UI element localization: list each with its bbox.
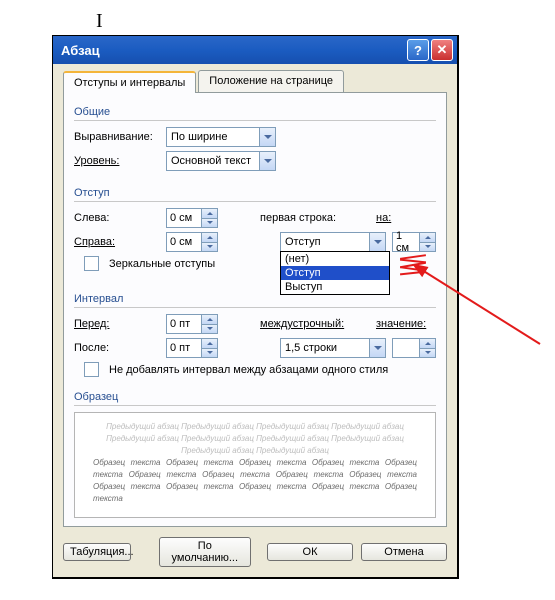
spin-up-icon[interactable] [420, 339, 435, 348]
sample-current-text: Образец текста Образец текста Образец те… [93, 457, 417, 505]
spin-down-icon[interactable] [202, 242, 217, 252]
ok-button[interactable]: ОК [267, 543, 353, 561]
alignment-combo[interactable]: По ширине [166, 127, 276, 147]
spin-up-icon[interactable] [202, 339, 217, 348]
alignment-label: Выравнивание: [74, 131, 160, 143]
firstline-label: первая строка: [260, 212, 370, 224]
spin-down-icon[interactable] [420, 348, 435, 358]
firstline-by-spinner[interactable]: 1 см [392, 232, 436, 252]
default-button[interactable]: По умолчанию... [159, 537, 251, 567]
linespacing-label: междустрочный: [260, 318, 370, 330]
spin-up-icon[interactable] [202, 233, 217, 242]
cancel-button[interactable]: Отмена [361, 543, 447, 561]
firstline-dropdown: (нет) Отступ Выступ [280, 251, 390, 295]
after-spinner[interactable]: 0 пт [166, 338, 218, 358]
spin-down-icon[interactable] [202, 218, 217, 228]
dialog-title: Абзац [61, 43, 100, 58]
dropdown-option-hanging[interactable]: Выступ [281, 280, 389, 294]
section-sample: Образец [74, 391, 436, 406]
help-button[interactable]: ? [407, 39, 429, 61]
sample-prev-text: Предыдущий абзац Предыдущий абзац Предыд… [93, 421, 417, 457]
firstline-by-label: на: [376, 212, 436, 224]
sample-preview: Предыдущий абзац Предыдущий абзац Предыд… [74, 412, 436, 518]
dropdown-option-indent[interactable]: Отступ [281, 266, 389, 280]
tab-strip: Отступы и интервалы Положение на страниц… [63, 70, 447, 93]
spin-up-icon[interactable] [202, 209, 217, 218]
mirror-indents-checkbox[interactable] [84, 256, 99, 271]
firstline-combo[interactable]: Отступ (нет) Отступ Выступ [280, 232, 386, 252]
level-combo[interactable]: Основной текст [166, 151, 276, 171]
close-button[interactable]: ✕ [431, 39, 453, 61]
dropdown-option-none[interactable]: (нет) [281, 252, 389, 266]
no-space-same-style-checkbox[interactable] [84, 362, 99, 377]
section-general: Общие [74, 106, 436, 121]
text-caret: I [96, 10, 103, 33]
before-spinner[interactable]: 0 пт [166, 314, 218, 334]
level-label: Уровень: [74, 155, 160, 167]
titlebar: Абзац ? ✕ [53, 36, 457, 64]
at-label: значение: [376, 318, 436, 330]
at-spinner[interactable] [392, 338, 436, 358]
chevron-down-icon[interactable] [369, 339, 385, 357]
chevron-down-icon[interactable] [369, 233, 385, 251]
indent-left-label: Слева: [74, 212, 160, 224]
before-label: Перед: [74, 318, 160, 330]
no-space-same-style-label: Не добавлять интервал между абзацами одн… [109, 364, 388, 376]
chevron-down-icon[interactable] [259, 152, 275, 170]
spin-down-icon[interactable] [420, 242, 435, 252]
section-indent: Отступ [74, 187, 436, 202]
mirror-indents-label: Зеркальные отступы [109, 258, 215, 270]
indent-right-label: Справа: [74, 236, 160, 248]
indent-left-spinner[interactable]: 0 см [166, 208, 218, 228]
spin-up-icon[interactable] [420, 233, 435, 242]
spin-up-icon[interactable] [202, 315, 217, 324]
tab-indents[interactable]: Отступы и интервалы [63, 71, 196, 93]
paragraph-dialog: Абзац ? ✕ Отступы и интервалы Положение … [52, 35, 459, 579]
section-interval: Интервал [74, 293, 436, 308]
spin-down-icon[interactable] [202, 324, 217, 334]
after-label: После: [74, 342, 160, 354]
linespacing-combo[interactable]: 1,5 строки [280, 338, 386, 358]
indent-right-spinner[interactable]: 0 см [166, 232, 218, 252]
chevron-down-icon[interactable] [259, 128, 275, 146]
spin-down-icon[interactable] [202, 348, 217, 358]
tab-position[interactable]: Положение на странице [198, 70, 344, 92]
tabs-button[interactable]: Табуляция... [63, 543, 131, 561]
